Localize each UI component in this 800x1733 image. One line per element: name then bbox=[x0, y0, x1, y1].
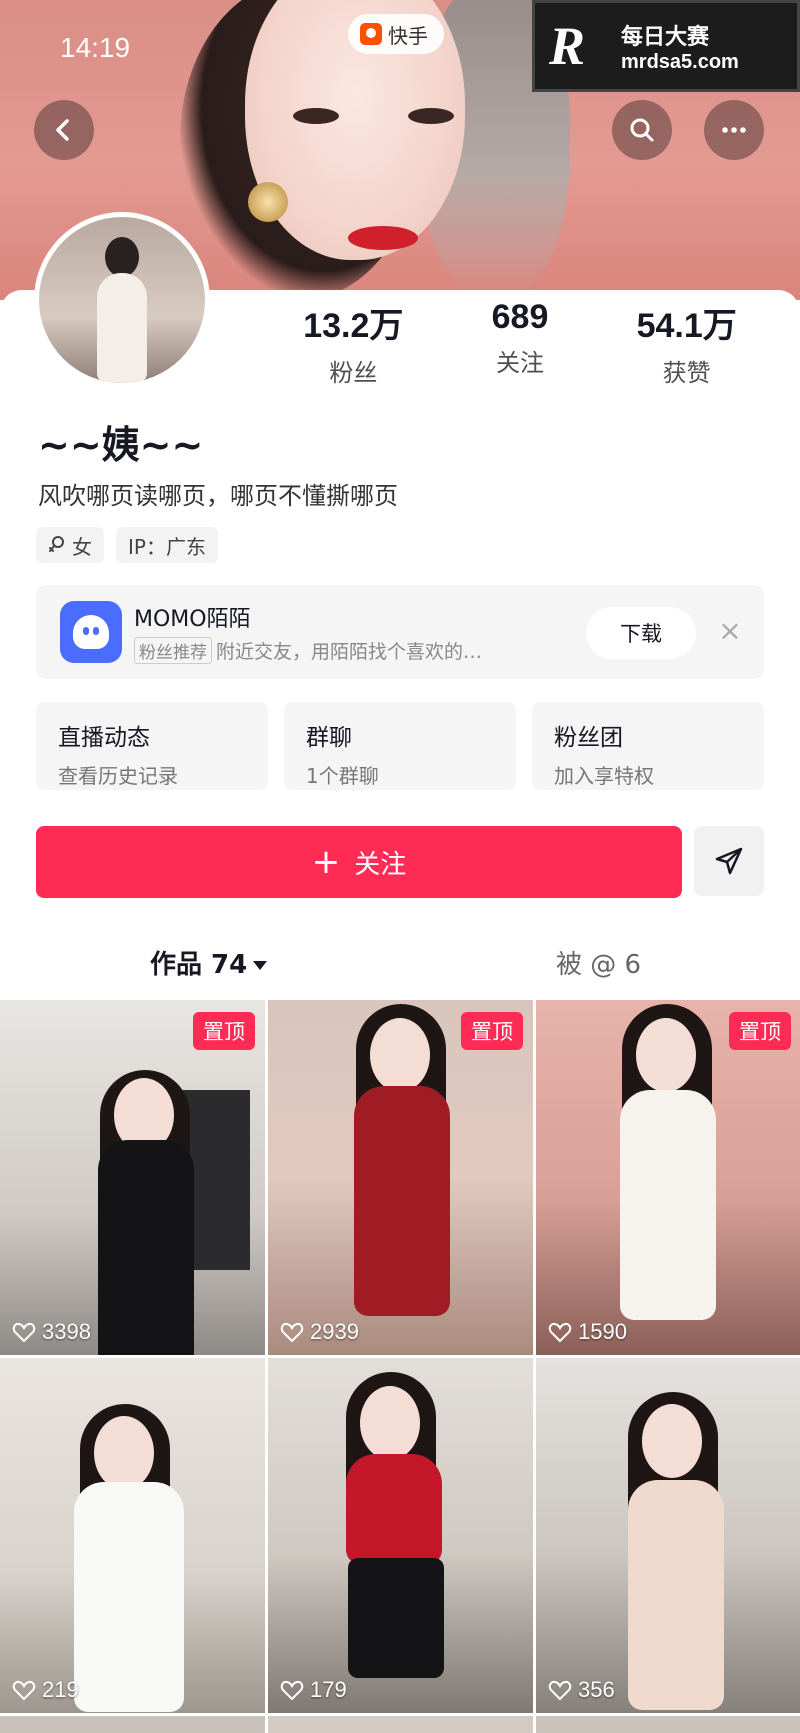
profile-tags: 女 IP：广东 bbox=[36, 527, 218, 563]
like-count: 1590 bbox=[578, 1319, 627, 1344]
pinned-badge: 置顶 bbox=[729, 1012, 791, 1050]
ad-badge: 粉丝推荐 bbox=[134, 637, 212, 664]
send-icon bbox=[715, 847, 743, 875]
pinned-badge: 置顶 bbox=[193, 1012, 255, 1050]
plus-icon: + bbox=[311, 842, 341, 882]
tab-mentions[interactable]: 被 @ 6 bbox=[556, 944, 641, 981]
watermark-logo: R bbox=[549, 16, 586, 76]
female-icon bbox=[49, 536, 64, 552]
ad-title: MOMO陌陌 bbox=[134, 607, 251, 632]
like-count: 3398 bbox=[42, 1319, 91, 1344]
heart-icon bbox=[12, 1322, 36, 1343]
like-count: 179 bbox=[310, 1677, 347, 1702]
stat-likes[interactable]: 54.1万 获赞 bbox=[603, 298, 770, 388]
message-button[interactable] bbox=[694, 826, 764, 896]
search-button[interactable] bbox=[612, 100, 672, 160]
avatar[interactable] bbox=[34, 212, 210, 388]
banner-eye-right bbox=[408, 108, 454, 124]
status-time: 14:19 bbox=[60, 32, 131, 63]
banner-lips bbox=[348, 226, 418, 250]
feature-title: 直播动态 bbox=[58, 725, 150, 751]
pinned-badge: 置顶 bbox=[461, 1012, 523, 1050]
more-dots-icon bbox=[722, 127, 746, 133]
stat-fans[interactable]: 13.2万 粉丝 bbox=[270, 298, 437, 388]
feature-subtitle: 查看历史记录 bbox=[58, 764, 178, 788]
video-thumbnail-partial[interactable] bbox=[0, 1716, 265, 1733]
feature-fan-club[interactable]: 粉丝团 加入享特权 bbox=[532, 702, 764, 790]
nickname: ~~姨~~ bbox=[38, 423, 204, 467]
ad-banner[interactable]: MOMO陌陌 粉丝推荐 附近交友，用陌陌找个喜欢的… 下载 × bbox=[36, 585, 764, 679]
ip-label: IP：广东 bbox=[128, 534, 206, 559]
video-thumbnail-partial[interactable] bbox=[268, 1716, 533, 1733]
kuaishou-logo-icon bbox=[360, 23, 382, 45]
watermark: R 每日大赛 mrdsa5.com bbox=[532, 0, 800, 92]
tab-works[interactable]: 作品 74 bbox=[150, 944, 268, 981]
gender-label: 女 bbox=[72, 534, 92, 559]
heart-icon bbox=[548, 1322, 572, 1343]
feature-subtitle: 加入享特权 bbox=[554, 764, 654, 788]
video-thumbnail[interactable]: 219 bbox=[0, 1358, 265, 1713]
video-thumbnail-partial[interactable] bbox=[536, 1716, 800, 1733]
momo-app-icon bbox=[60, 601, 122, 663]
heart-icon bbox=[280, 1322, 304, 1343]
like-count: 356 bbox=[578, 1677, 615, 1702]
feature-title: 粉丝团 bbox=[554, 725, 623, 751]
tab-works-label: 作品 74 bbox=[150, 950, 248, 980]
stat-following[interactable]: 689 关注 bbox=[437, 298, 604, 388]
more-button[interactable] bbox=[704, 100, 764, 160]
feature-subtitle: 1个群聊 bbox=[306, 764, 379, 788]
like-count-row: 3398 bbox=[12, 1319, 91, 1345]
stat-following-value: 689 bbox=[491, 298, 549, 336]
ad-subtitle-row: 粉丝推荐 附近交友，用陌陌找个喜欢的… bbox=[134, 637, 482, 664]
ad-subtitle: 附近交友，用陌陌找个喜欢的… bbox=[216, 641, 483, 663]
feature-group-chat[interactable]: 群聊 1个群聊 bbox=[284, 702, 516, 790]
content-tabs: 作品 74 被 @ 6 bbox=[0, 920, 800, 996]
like-count-row: 1590 bbox=[548, 1319, 627, 1345]
banner-eye-left bbox=[293, 108, 339, 124]
app-name-pill: 快手 bbox=[348, 14, 444, 54]
like-count-row: 356 bbox=[548, 1677, 615, 1703]
back-button[interactable] bbox=[34, 100, 94, 160]
stat-fans-value: 13.2万 bbox=[303, 307, 404, 345]
search-icon bbox=[630, 118, 654, 142]
ad-close-icon[interactable]: × bbox=[714, 615, 746, 647]
back-arrow-icon bbox=[56, 119, 69, 141]
video-thumbnail[interactable]: 179 bbox=[268, 1358, 533, 1713]
heart-icon bbox=[12, 1680, 36, 1701]
stat-likes-value: 54.1万 bbox=[636, 307, 737, 345]
app-name: 快手 bbox=[388, 23, 428, 48]
heart-icon bbox=[548, 1680, 572, 1701]
video-thumbnail[interactable]: 356 bbox=[536, 1358, 800, 1713]
feature-title: 群聊 bbox=[306, 725, 352, 751]
stat-likes-label: 获赞 bbox=[662, 359, 711, 387]
video-thumbnail[interactable]: 置顶 2939 bbox=[268, 1000, 533, 1355]
feature-live-history[interactable]: 直播动态 查看历史记录 bbox=[36, 702, 268, 790]
bio: 风吹哪页读哪页，哪页不懂撕哪页 bbox=[38, 482, 398, 510]
follow-label: 关注 bbox=[354, 849, 407, 880]
like-count-row: 219 bbox=[12, 1677, 79, 1703]
gender-tag: 女 bbox=[36, 527, 104, 563]
avatar-head bbox=[105, 237, 139, 277]
like-count: 2939 bbox=[310, 1319, 359, 1344]
watermark-title: 每日大赛 bbox=[621, 24, 710, 50]
profile-stats: 13.2万 粉丝 689 关注 54.1万 获赞 bbox=[270, 298, 770, 388]
ip-tag: IP：广东 bbox=[116, 527, 218, 563]
heart-icon bbox=[280, 1680, 304, 1701]
like-count-row: 179 bbox=[280, 1677, 347, 1703]
video-thumbnail[interactable]: 置顶 3398 bbox=[0, 1000, 265, 1355]
like-count: 219 bbox=[42, 1677, 79, 1702]
stat-following-label: 关注 bbox=[496, 349, 544, 377]
ad-download-button[interactable]: 下载 bbox=[586, 607, 696, 659]
avatar-body bbox=[97, 273, 147, 383]
stat-fans-label: 粉丝 bbox=[329, 359, 378, 387]
video-thumbnail[interactable]: 置顶 1590 bbox=[536, 1000, 800, 1355]
banner-earring bbox=[248, 182, 288, 222]
watermark-url: mrdsa5.com bbox=[621, 50, 739, 73]
follow-button[interactable]: + 关注 bbox=[36, 826, 682, 898]
like-count-row: 2939 bbox=[280, 1319, 359, 1345]
caret-down-icon bbox=[253, 961, 268, 970]
